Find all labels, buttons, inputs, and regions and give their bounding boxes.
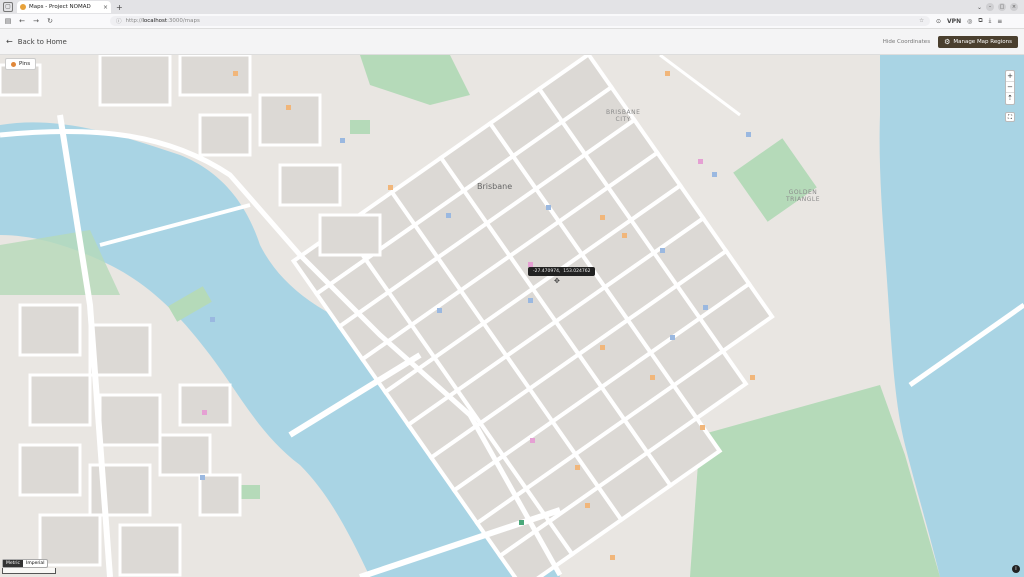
unit-toggle: Metric Imperial [2, 559, 49, 568]
pins-label: Pins [19, 61, 31, 67]
close-window-icon[interactable]: × [1010, 3, 1018, 11]
url-text: http://localhost:3000/maps [125, 18, 200, 24]
address-bar[interactable]: ⓘ http://localhost:3000/maps ☆ [110, 16, 930, 26]
app-header: ← Back to Home Hide Coordinates ⚙ Manage… [0, 29, 1024, 55]
bookmark-star-icon[interactable]: ☆ [919, 18, 924, 24]
browser-nav-bar: ▤ ← → ↻ ⓘ http://localhost:3000/maps ☆ ⊙… [0, 14, 1024, 29]
pins-toggle-button[interactable]: Pins [5, 58, 37, 70]
vpn-icon[interactable]: ⊙ [936, 18, 941, 25]
account-icon[interactable]: ◎ [967, 18, 972, 25]
back-to-home-link[interactable]: ← Back to Home [6, 37, 67, 46]
back-label: Back to Home [17, 37, 67, 46]
browser-tab[interactable]: Maps - Project NOMAD × [17, 1, 111, 13]
download-icon[interactable]: ⤓ [989, 17, 992, 25]
manage-map-regions-button[interactable]: ⚙ Manage Map Regions [938, 35, 1018, 48]
reload-icon[interactable]: ↻ [46, 17, 54, 25]
crosshair-cursor-icon: ✥ [554, 277, 560, 285]
gear-icon: ⚙ [944, 37, 951, 46]
browser-tab-bar: ▢ Maps - Project NOMAD × + ⌄ – □ × [0, 0, 1024, 14]
arrow-left-icon: ← [6, 37, 13, 46]
zoom-controls: + − ⇡ [1005, 70, 1015, 105]
fullscreen-button[interactable]: ⛶ [1005, 112, 1015, 122]
attribution-info-button[interactable]: i [1012, 565, 1020, 573]
sidebar-toggle-icon[interactable]: ▢ [3, 2, 13, 12]
sidebar-icon[interactable]: ▤ [4, 17, 12, 25]
manage-label: Manage Map Regions [953, 38, 1012, 45]
scale-bar [2, 568, 56, 574]
vpn-label[interactable]: VPN [947, 18, 961, 25]
imperial-button[interactable]: Imperial [23, 560, 47, 567]
zoom-in-button[interactable]: + [1006, 71, 1014, 82]
menu-icon[interactable]: ≡ [997, 18, 1002, 25]
hide-coordinates-button[interactable]: Hide Coordinates [883, 39, 930, 45]
map-label-golden-triangle: GOLDEN TRIANGLE [786, 189, 820, 203]
tab-title: Maps - Project NOMAD [29, 4, 91, 10]
pin-icon [11, 61, 16, 67]
map-label-brisbane: Brisbane [477, 182, 513, 191]
map-canvas[interactable]: Brisbane BRISBANE CITY GOLDEN TRIANGLE P… [0, 55, 1024, 577]
map-label-brisbane-city: BRISBANE CITY [606, 109, 641, 123]
metric-button[interactable]: Metric [3, 560, 23, 567]
minimize-icon[interactable]: – [986, 3, 994, 11]
new-tab-icon[interactable]: + [116, 3, 123, 12]
maximize-icon[interactable]: □ [998, 3, 1006, 11]
favicon-icon [20, 4, 26, 10]
forward-nav-icon[interactable]: → [32, 17, 40, 25]
window-controls: ⌄ – □ × [977, 3, 1018, 11]
site-info-icon[interactable]: ⓘ [116, 17, 122, 25]
coordinates-tooltip: -27.470974, 153.024762 [528, 267, 596, 276]
map-tiles [0, 55, 1024, 577]
back-nav-icon[interactable]: ← [18, 17, 26, 25]
extensions-icon[interactable]: ⧉ [978, 17, 982, 25]
compass-reset-button[interactable]: ⇡ [1006, 93, 1014, 104]
zoom-out-button[interactable]: − [1006, 82, 1014, 93]
close-tab-icon[interactable]: × [103, 4, 108, 11]
tab-list-icon[interactable]: ⌄ [977, 4, 982, 11]
